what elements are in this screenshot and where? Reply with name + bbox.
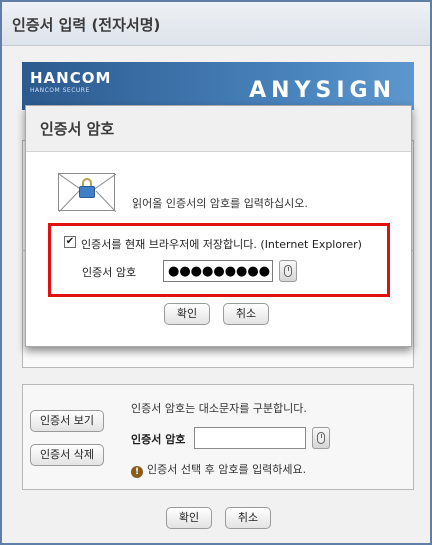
warning-row: ! 인증서 선택 후 암호를 입력하세요. xyxy=(131,461,306,478)
window-title: 인증서 입력 (전자서명) xyxy=(12,16,161,34)
dialog-cancel-button[interactable]: 취소 xyxy=(223,303,269,325)
mouse-icon xyxy=(317,432,325,444)
cancel-button[interactable]: 취소 xyxy=(225,507,271,529)
password-mask: ●●●●●●●●● xyxy=(168,264,271,279)
case-sensitive-note: 인증서 암호는 대소문자를 구분합니다. xyxy=(131,402,307,415)
save-to-browser-label: 인증서를 현재 브라우저에 저장합니다. (Internet Explorer) xyxy=(81,238,362,251)
certificate-password-dialog: 인증서 암호 읽어올 인증서의 암호를 입력하십시오. ✔ 인증서를 현재 브라… xyxy=(25,105,412,347)
password-label: 인증서 암호 xyxy=(131,433,186,446)
main-title-bar: 인증서 입력 (전자서명) xyxy=(2,2,430,46)
hancom-logo: HANCOM xyxy=(30,69,112,87)
envelope-lock-icon xyxy=(58,173,116,212)
hancom-logo-subtitle: HANCOM SECURE xyxy=(30,87,90,94)
dialog-title-bar: 인증서 암호 xyxy=(26,106,411,152)
delete-certificate-button[interactable]: 인증서 삭제 xyxy=(30,444,104,466)
dialog-message: 읽어올 인증서의 암호를 입력하십시오. xyxy=(132,197,308,210)
mouse-icon xyxy=(284,265,292,277)
view-certificate-button[interactable]: 인증서 보기 xyxy=(30,410,104,432)
dialog-title: 인증서 암호 xyxy=(40,120,115,138)
exclamation-icon: ! xyxy=(131,466,143,478)
password-input[interactable] xyxy=(194,427,306,449)
dialog-ok-button[interactable]: 확인 xyxy=(164,303,210,325)
dialog-mouse-input-button[interactable] xyxy=(279,260,297,282)
lock-icon xyxy=(79,178,95,198)
save-to-browser-checkbox[interactable]: ✔ xyxy=(64,236,76,248)
anysign-brand: ANYSIGN xyxy=(249,78,396,103)
dialog-password-input[interactable]: ●●●●●●●●● xyxy=(163,260,273,282)
ok-button[interactable]: 확인 xyxy=(166,507,212,529)
mouse-input-button[interactable] xyxy=(312,427,330,449)
anysign-banner: HANCOM HANCOM SECURE ANYSIGN xyxy=(22,62,414,110)
dialog-password-label: 인증서 암호 xyxy=(82,266,137,279)
warning-text: 인증서 선택 후 암호를 입력하세요. xyxy=(147,463,307,476)
